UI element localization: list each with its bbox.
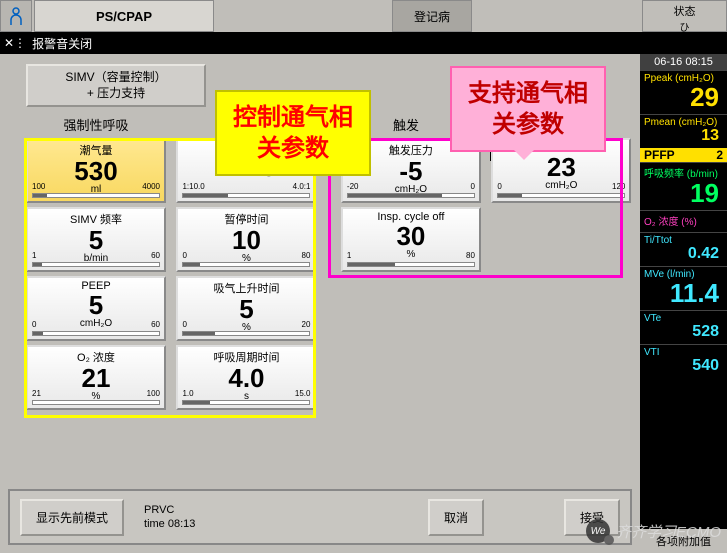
cancel-button[interactable]: 取消 [428, 499, 484, 536]
alarm-mute-icon: ✕⋮ [4, 36, 26, 50]
simv-line1: SIMV（容量控制） [36, 70, 196, 86]
bottom-bar: 显示先前模式 PRVC time 08:13 取消 接受 [8, 489, 632, 545]
topbar: PS/CPAP 登记病 状态 ひ [0, 0, 727, 32]
tile-tidal-volume[interactable]: 潮气量530ml1004000 [26, 138, 166, 203]
monitor-pmean: Pmean (cmH₂O)13 [640, 114, 727, 148]
monitor-pffp: PFFP2 [640, 148, 727, 162]
monitor-resp-rate: 呼吸频率 (b/min)19 [640, 162, 727, 210]
status-sub: ひ [645, 19, 724, 34]
settings-panel: SIMV（容量控制） + 压力支持 流量 30.2 l/min 控制通气相关参数… [0, 54, 640, 553]
monitor-datetime: 06-16 08:15 [640, 54, 727, 70]
monitor-mve: MVe (l/min)11.4 [640, 266, 727, 310]
watermark-text: 齐齐学习ECMO [616, 521, 721, 542]
tile-peep[interactable]: PEEP5cmH₂O060 [26, 276, 166, 341]
prev-mode-button[interactable]: 显示先前模式 [20, 499, 124, 536]
mode-info: PRVC time 08:13 [144, 503, 428, 532]
monitor-titot: Ti/Ttot0.42 [640, 232, 727, 266]
monitor-ppeak: Ppeak (cmH₂O)29 [640, 70, 727, 114]
callout-support-params: 支持通气相关参数 [450, 66, 606, 152]
monitor-vte: VTe528 [640, 310, 727, 344]
monitor-vti: VTI540 [640, 344, 727, 378]
callout-control-params: 控制通气相关参数 [215, 90, 371, 176]
tile-pause-time[interactable]: 暂停时间10%080 [176, 207, 316, 272]
tile-insp-cycle-off[interactable]: Insp. cycle off30%180 [341, 207, 481, 272]
header-mandatory: 强制性呼吸 [26, 115, 166, 134]
tile-breath-cycle[interactable]: 呼吸周期时间4.0s1.015.0 [176, 345, 316, 410]
tile-simv-rate[interactable]: SIMV 频率5b/min160 [26, 207, 166, 272]
monitor-panel: 06-16 08:15 Ppeak (cmH₂O)29 Pmean (cmH₂O… [640, 54, 727, 553]
alarm-text: 报警音关闭 [32, 35, 92, 52]
simv-line2: + 压力支持 [36, 86, 196, 102]
patient-icon[interactable] [0, 0, 32, 32]
tile-o2-concentration[interactable]: O₂ 浓度21%21100 [26, 345, 166, 410]
register-tab[interactable]: 登记病 [392, 0, 472, 32]
simv-button[interactable]: SIMV（容量控制） + 压力支持 [26, 64, 206, 107]
tile-rise-time[interactable]: 吸气上升时间5%020 [176, 276, 316, 341]
mode-button[interactable]: PS/CPAP [34, 0, 214, 32]
status-label: 状态 [645, 3, 724, 19]
monitor-o2: O₂ 浓度 (%) [640, 210, 727, 232]
wechat-icon: We [586, 519, 610, 543]
status-box: 状态 ひ [642, 0, 727, 32]
watermark: We 齐齐学习ECMO [586, 519, 721, 543]
alarm-bar: ✕⋮ 报警音关闭 [0, 32, 727, 54]
